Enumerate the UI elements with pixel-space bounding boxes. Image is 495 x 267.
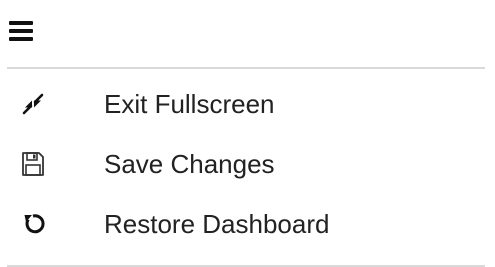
hamburger-icon bbox=[9, 21, 33, 41]
hamburger-menu-button[interactable] bbox=[9, 20, 33, 42]
menu-item-restore-dashboard[interactable]: Restore Dashboard bbox=[0, 194, 495, 254]
menu-item-save-changes[interactable]: Save Changes bbox=[0, 134, 495, 194]
menu-item-label: Restore Dashboard bbox=[104, 209, 330, 239]
restore-icon bbox=[20, 211, 46, 237]
save-icon bbox=[20, 151, 46, 177]
menu-item-label: Save Changes bbox=[104, 149, 275, 179]
menu-item-exit-fullscreen[interactable]: Exit Fullscreen bbox=[0, 74, 495, 134]
exit-fullscreen-icon bbox=[20, 91, 46, 117]
dashboard-menu: Exit Fullscreen Save Changes Restore Das… bbox=[0, 74, 495, 254]
menu-divider-top bbox=[7, 67, 485, 69]
menu-item-label: Exit Fullscreen bbox=[104, 89, 275, 119]
